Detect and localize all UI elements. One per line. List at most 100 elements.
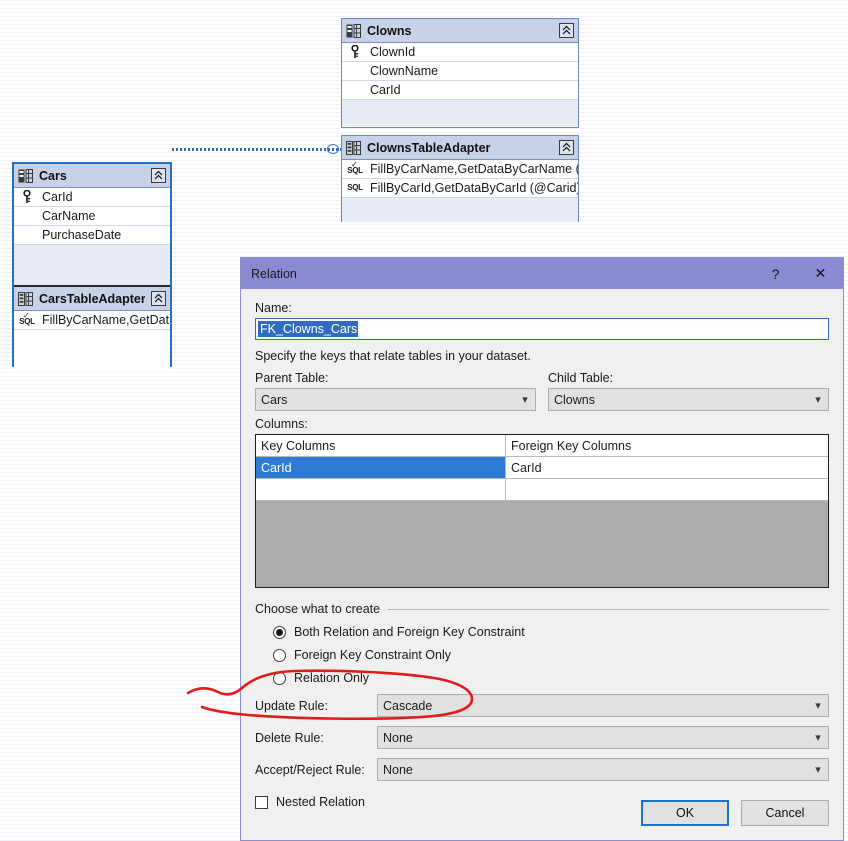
cancel-button[interactable]: Cancel (741, 800, 829, 826)
option-label: Relation Only (294, 671, 370, 685)
group-title: Choose what to create (255, 602, 381, 616)
dialog-body: Name: FK_Clowns_Cars Specify the keys th… (241, 289, 843, 840)
field-row[interactable]: CarId (342, 81, 578, 100)
field-label: PurchaseDate (42, 228, 122, 242)
field-row[interactable]: PurchaseDate (14, 226, 170, 245)
entity-fields-clowns-table-adapter: ✓ SQL FillByCarName,GetDataByCarName (..… (342, 160, 578, 222)
entity-cars[interactable]: Cars CarId CarName PurchaseDate CarsTabl… (12, 162, 172, 372)
field-row[interactable]: ClownId (342, 43, 578, 62)
field-gutter (344, 81, 366, 99)
field-gutter (16, 207, 38, 225)
entity-title: ClownsTableAdapter (367, 140, 491, 155)
dataset-designer-canvas[interactable]: Clowns ClownId ClownName CarId ClownsTab… (0, 0, 848, 841)
entity-fields-clowns: ClownId ClownName CarId (342, 43, 578, 126)
entity-clowns[interactable]: Clowns ClownId ClownName CarId (341, 18, 579, 128)
relation-name-input[interactable]: FK_Clowns_Cars (255, 318, 829, 340)
update-rule-select[interactable]: Cascade ▾ (377, 694, 829, 717)
tables-row: Parent Table: Cars ▾ Child Table: Clowns… (255, 371, 829, 411)
table-adapter-icon (18, 291, 33, 306)
collapse-chevrons-icon[interactable] (151, 168, 166, 183)
field-label: ClownName (370, 64, 439, 78)
child-table-value: Clowns (554, 392, 595, 407)
field-row[interactable]: ✓ SQL FillByCarName,GetDat... (14, 311, 170, 330)
collapse-chevrons-icon[interactable] (559, 140, 574, 155)
grid-cell-key[interactable]: CarId (256, 457, 506, 479)
table-row[interactable]: CarId CarId (256, 457, 828, 479)
key-icon (16, 188, 38, 206)
ok-button[interactable]: OK (641, 800, 729, 826)
dialog-button-bar: OK Cancel (641, 800, 829, 826)
grid-cell-foreign[interactable] (506, 479, 828, 501)
entity-filler (14, 245, 170, 285)
relation-connector-line (172, 148, 342, 151)
field-gutter (344, 62, 366, 80)
entity-fields-cars-table-adapter: ✓ SQL FillByCarName,GetDat... (14, 311, 170, 372)
entity-filler (342, 100, 578, 126)
option-relation-only[interactable]: Relation Only (273, 671, 829, 685)
field-row[interactable]: ClownName (342, 62, 578, 81)
child-table-select[interactable]: Clowns ▾ (548, 388, 829, 411)
sql-default-icon: ✓ SQL (16, 311, 38, 329)
columns-label: Columns: (255, 417, 308, 431)
columns-grid[interactable]: Key Columns Foreign Key Columns CarId Ca… (255, 434, 829, 588)
name-label: Name: (255, 301, 292, 315)
child-table-group: Child Table: Clowns ▾ (548, 371, 829, 411)
entity-filler (342, 198, 578, 222)
nested-relation-checkbox[interactable] (255, 795, 268, 809)
table-icon (346, 23, 361, 38)
divider (388, 608, 829, 610)
entity-header-clowns[interactable]: Clowns (342, 19, 578, 43)
chevron-down-icon[interactable]: ▾ (808, 731, 828, 744)
field-row[interactable]: CarId (14, 188, 170, 207)
table-row[interactable] (256, 479, 828, 501)
chevron-down-icon[interactable]: ▾ (808, 699, 828, 712)
field-row[interactable]: SQL FillByCarId,GetDataByCarId (@Carid) (342, 179, 578, 198)
group-header: Choose what to create (255, 602, 829, 616)
field-label: ClownId (370, 45, 416, 59)
entity-header-cars[interactable]: Cars (14, 164, 170, 188)
grid-header-foreign-key-columns: Foreign Key Columns (506, 435, 828, 457)
option-both-relation-and-fk[interactable]: Both Relation and Foreign Key Constraint (273, 625, 829, 639)
delete-rule-select[interactable]: None ▾ (377, 726, 829, 749)
dialog-description: Specify the keys that relate tables in y… (255, 349, 531, 363)
relation-connector-endpoint-icon (327, 144, 339, 154)
accept-reject-rule-select[interactable]: None ▾ (377, 758, 829, 781)
delete-rule-row: Delete Rule: None ▾ (255, 726, 829, 749)
update-rule-label: Update Rule: (255, 698, 328, 713)
key-icon (344, 43, 366, 61)
radio-icon[interactable] (273, 671, 286, 685)
accept-reject-rule-value: None (383, 762, 413, 777)
grid-header-key-columns: Key Columns (256, 435, 506, 457)
child-table-label: Child Table: (548, 371, 614, 385)
update-rule-row: Update Rule: Cascade ▾ (255, 694, 829, 717)
help-icon[interactable]: ? (753, 258, 798, 289)
chevron-down-icon[interactable]: ▾ (515, 393, 535, 406)
field-label: FillByCarName,GetDat... (42, 313, 170, 327)
option-fk-only[interactable]: Foreign Key Constraint Only (273, 648, 829, 662)
grid-cell-key[interactable] (256, 479, 506, 501)
grid-cell-foreign[interactable]: CarId (506, 457, 828, 479)
radio-icon[interactable] (273, 625, 286, 639)
radio-icon[interactable] (273, 648, 286, 662)
close-icon[interactable]: ✕ (798, 258, 843, 289)
sql-default-icon: ✓ SQL (344, 160, 366, 178)
collapse-chevrons-icon[interactable] (151, 291, 166, 306)
chevron-down-icon[interactable]: ▾ (808, 393, 828, 406)
entity-fields-cars: CarId CarName PurchaseDate (14, 188, 170, 285)
field-row[interactable]: ✓ SQL FillByCarName,GetDataByCarName (..… (342, 160, 578, 179)
chevron-down-icon[interactable]: ▾ (808, 763, 828, 776)
entity-title: Cars (39, 168, 67, 183)
field-label: CarId (370, 83, 401, 97)
accept-reject-rule-label: Accept/Reject Rule: (255, 762, 365, 777)
nested-relation-label: Nested Relation (276, 795, 365, 809)
field-row[interactable]: CarName (14, 207, 170, 226)
update-rule-value: Cascade (383, 698, 433, 713)
collapse-chevrons-icon[interactable] (559, 23, 574, 38)
entity-header-clowns-table-adapter[interactable]: ClownsTableAdapter (342, 136, 578, 160)
entity-title: CarsTableAdapter (39, 291, 145, 306)
parent-table-select[interactable]: Cars ▾ (255, 388, 536, 411)
dialog-titlebar[interactable]: Relation ? ✕ (241, 258, 843, 289)
entity-clowns-table-adapter[interactable]: ClownsTableAdapter ✓ SQL FillByCarName,G… (341, 135, 579, 222)
relation-dialog[interactable]: Relation ? ✕ Name: FK_Clowns_Cars Specif… (240, 257, 844, 841)
entity-header-cars-table-adapter[interactable]: CarsTableAdapter (14, 287, 170, 311)
